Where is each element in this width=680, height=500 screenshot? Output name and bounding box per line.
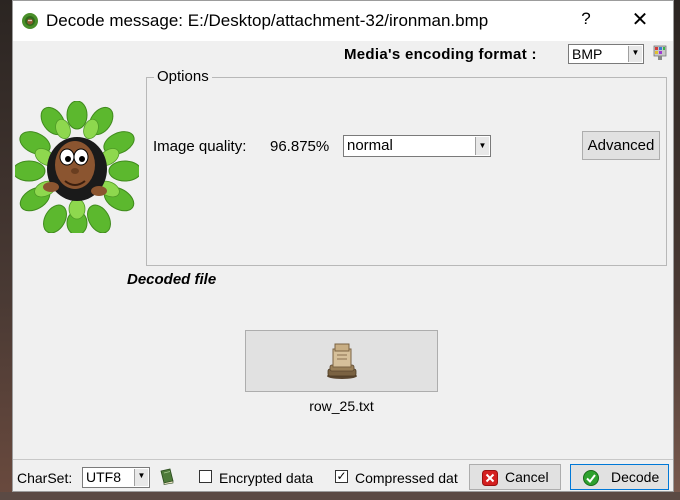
- cancel-button-label: Cancel: [505, 469, 549, 485]
- chevron-down-icon[interactable]: ▼: [475, 137, 489, 155]
- help-button[interactable]: ?: [579, 9, 593, 29]
- desktop-background-left: [0, 0, 12, 500]
- decode-dialog: Decode message: E:/Desktop/attachment-32…: [12, 0, 674, 492]
- charset-select[interactable]: UTF8 ▼: [82, 467, 150, 488]
- encoding-format-value: BMP: [572, 46, 603, 62]
- title-bar[interactable]: Decode message: E:/Desktop/attachment-32…: [13, 1, 673, 41]
- quality-select-value: normal: [347, 137, 393, 154]
- decode-button[interactable]: Decode: [570, 464, 669, 490]
- desktop-background-bottom: [0, 492, 680, 500]
- compressed-data-label[interactable]: Compressed dat: [355, 470, 461, 486]
- palette-tool-icon[interactable]: [653, 45, 667, 61]
- charset-value: UTF8: [86, 469, 121, 485]
- compressed-data-checkbox[interactable]: ✓: [335, 470, 348, 483]
- window-title: Decode message: E:/Desktop/attachment-32…: [46, 11, 489, 30]
- close-button[interactable]: ✕: [630, 7, 650, 32]
- cancel-x-icon: [482, 470, 498, 486]
- check-icon: [583, 470, 599, 486]
- options-group: [146, 77, 667, 266]
- decoded-file-label: Decoded file: [127, 271, 217, 288]
- footer-separator: [13, 459, 673, 460]
- image-quality-label: Image quality:: [153, 138, 247, 155]
- charset-label: CharSet:: [17, 470, 73, 486]
- quality-select[interactable]: normal ▼: [343, 135, 491, 157]
- mascot-image: [15, 101, 139, 233]
- decoded-file-name: row_25.txt: [309, 398, 374, 414]
- image-quality-value: 96.875%: [270, 138, 330, 155]
- chevron-down-icon[interactable]: ▼: [628, 46, 642, 62]
- decode-button-label: Decode: [611, 469, 660, 485]
- chevron-down-icon[interactable]: ▼: [134, 469, 148, 486]
- charset-book-icon[interactable]: [159, 468, 175, 485]
- app-icon: [22, 13, 38, 29]
- encrypted-data-checkbox[interactable]: [199, 470, 212, 483]
- options-legend: Options: [154, 68, 212, 85]
- encrypted-data-label[interactable]: Encrypted data: [219, 470, 313, 486]
- cancel-button[interactable]: Cancel: [469, 464, 561, 490]
- advanced-button[interactable]: Advanced: [582, 131, 660, 160]
- encoding-format-select[interactable]: BMP ▼: [568, 44, 644, 64]
- decoded-file-button[interactable]: [245, 330, 438, 392]
- archive-file-icon: [327, 343, 357, 379]
- encoding-format-label: Media's encoding format :: [344, 46, 537, 63]
